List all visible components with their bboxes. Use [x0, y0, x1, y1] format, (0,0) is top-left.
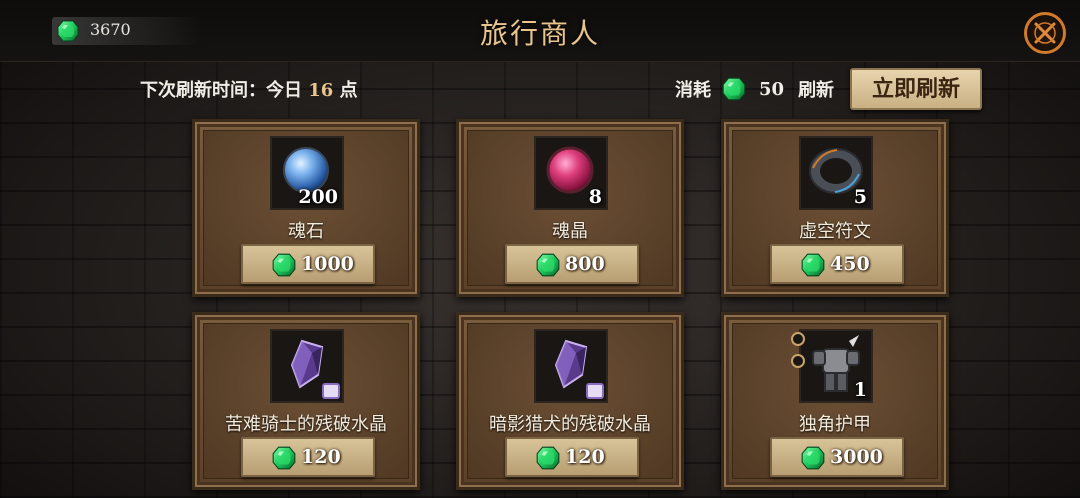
socket-icon: [791, 332, 805, 368]
gem-icon: [56, 19, 80, 43]
gem-icon: [535, 445, 561, 471]
gem-balance-amount: 3670: [90, 20, 131, 39]
gem-icon: [271, 445, 297, 471]
item-price: 120: [565, 446, 605, 468]
buy-button[interactable]: 800: [505, 244, 639, 284]
chest-icon: [322, 383, 340, 399]
item-count: 200: [298, 186, 338, 208]
item-icon-slot: 5: [799, 136, 873, 210]
gem-icon: [721, 76, 747, 102]
item-icon-slot: 200: [270, 136, 344, 210]
item-count: 8: [588, 186, 602, 208]
item-name: 独角护甲: [799, 414, 871, 435]
refresh-cost: 消耗 50 刷新: [675, 76, 834, 102]
item-name: 魂晶: [552, 221, 588, 242]
item-count: 5: [853, 186, 867, 208]
shop-item-card[interactable]: 苦难骑士的残破水晶 120: [192, 312, 420, 490]
buy-button[interactable]: 3000: [770, 437, 904, 477]
shop-item-card[interactable]: 1 独角护甲 3000: [721, 312, 949, 490]
item-price: 1000: [301, 253, 354, 275]
item-name: 苦难骑士的残破水晶: [225, 414, 387, 435]
chest-icon: [586, 383, 604, 399]
buy-button[interactable]: 120: [505, 437, 639, 477]
refresh-cost-suffix: 刷新: [798, 80, 835, 101]
item-name: 魂石: [288, 221, 324, 242]
gem-icon: [535, 252, 561, 278]
shop-item-card[interactable]: 暗影猎犬的残破水晶 120: [456, 312, 684, 490]
item-price: 450: [830, 253, 870, 275]
item-icon-slot: 8: [534, 136, 608, 210]
buy-button[interactable]: 120: [241, 437, 375, 477]
close-icon: [1034, 22, 1056, 44]
next-refresh-hour: 16: [308, 80, 334, 101]
buy-button[interactable]: 450: [770, 244, 904, 284]
next-refresh-suffix: 点: [339, 80, 358, 101]
buy-button[interactable]: 1000: [241, 244, 375, 284]
item-price: 120: [301, 446, 341, 468]
gem-icon: [800, 445, 826, 471]
item-icon-slot: 1: [799, 329, 873, 403]
next-refresh-label: 下次刷新时间：今日: [140, 80, 302, 101]
refresh-cost-value: 50: [759, 78, 785, 100]
item-price: 800: [565, 253, 605, 275]
refresh-now-button[interactable]: 立即刷新: [850, 68, 982, 110]
top-bar: 3670 旅行商人: [0, 0, 1080, 62]
close-button[interactable]: [1024, 12, 1066, 54]
page-title: 旅行商人: [479, 17, 600, 50]
item-price: 3000: [830, 446, 883, 468]
shop-item-card[interactable]: 200 魂石 1000: [192, 119, 420, 297]
shop-item-card[interactable]: 8 魂晶 800: [456, 119, 684, 297]
shop-item-card[interactable]: 5 虚空符文 450: [721, 119, 949, 297]
item-icon-slot: [534, 329, 608, 403]
item-name: 虚空符文: [799, 221, 871, 242]
gem-icon: [271, 252, 297, 278]
item-icon-slot: [270, 329, 344, 403]
item-name: 暗影猎犬的残破水晶: [489, 414, 651, 435]
refresh-cost-label: 消耗: [675, 80, 711, 101]
gem-icon: [800, 252, 826, 278]
next-refresh-time: 下次刷新时间：今日 16 点: [140, 76, 358, 102]
gem-balance: 3670: [52, 17, 202, 45]
item-count: 1: [853, 379, 867, 401]
